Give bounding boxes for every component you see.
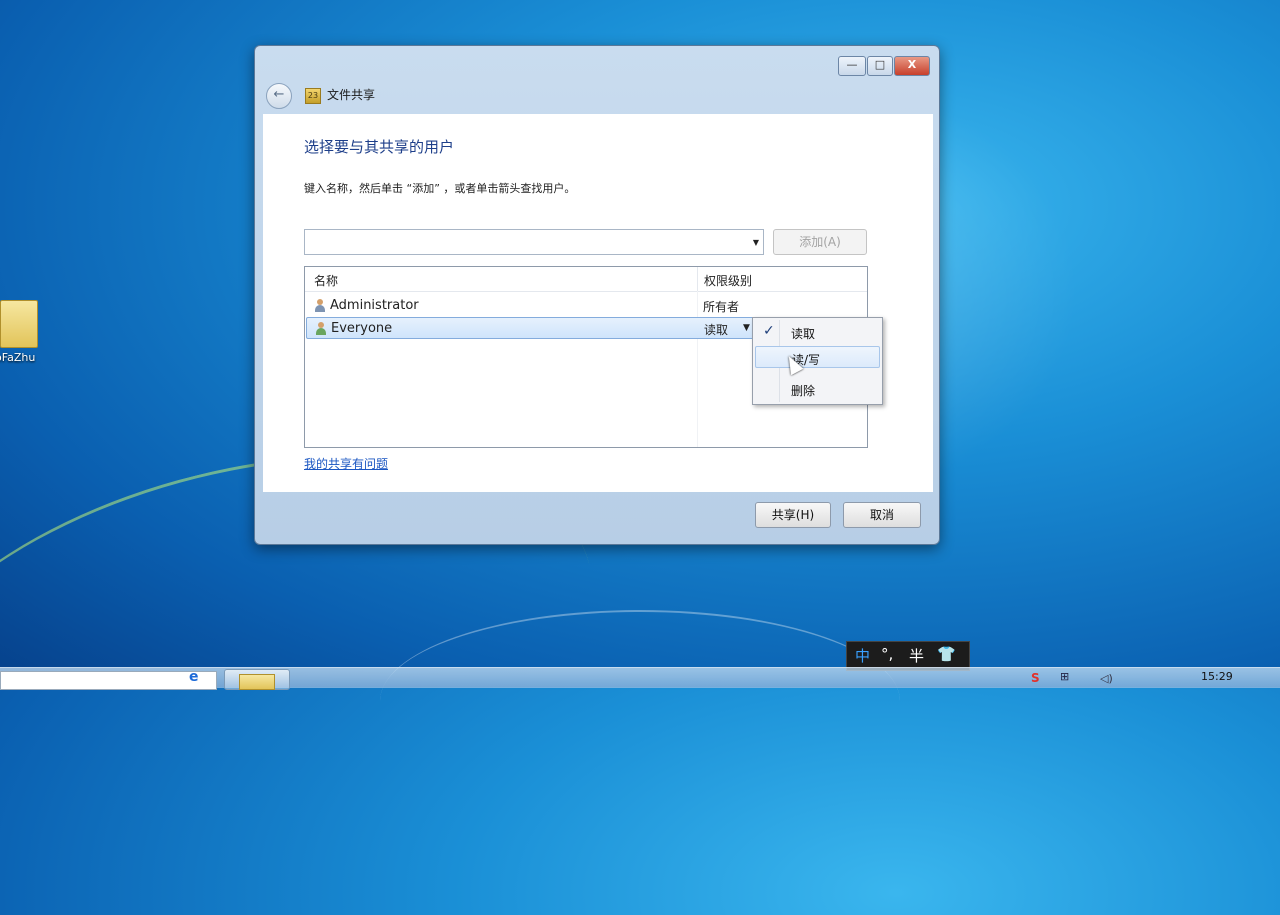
taskbar: e S ⊞ ◁) 15:29 xyxy=(0,667,1280,690)
taskbar-clock[interactable]: 15:29 xyxy=(1201,670,1233,683)
share-button[interactable]: 共享(H) xyxy=(755,502,831,528)
ime-width[interactable]: 半 xyxy=(909,645,924,666)
volume-icon[interactable]: ◁) xyxy=(1100,672,1113,685)
ime-skin-icon[interactable]: 👕 xyxy=(937,645,956,663)
column-separator xyxy=(697,267,698,291)
network-icon[interactable]: ⊞ xyxy=(1060,670,1069,683)
window-controls: — □ X xyxy=(838,56,930,76)
add-button[interactable]: 添加(A) xyxy=(773,229,867,255)
back-arrow-icon[interactable]: ← xyxy=(266,83,292,109)
file-sharing-icon: 23 xyxy=(305,88,321,104)
cancel-button[interactable]: 取消 xyxy=(843,502,921,528)
menu-item-read[interactable]: ✓ 读取 xyxy=(755,321,880,343)
sharing-help-link[interactable]: 我的共享有问题 xyxy=(304,455,388,472)
permission-dropdown-menu: ✓ 读取 读/写 删除 xyxy=(752,317,883,405)
minimize-button[interactable]: — xyxy=(838,56,866,76)
user-name-combobox[interactable]: ▼ xyxy=(304,229,764,255)
menu-item-label: 删除 xyxy=(791,384,816,398)
internet-explorer-icon[interactable]: e xyxy=(189,669,199,685)
maximize-button[interactable]: □ xyxy=(867,56,893,76)
user-icon xyxy=(314,299,326,312)
menu-item-label: 读取 xyxy=(791,327,816,341)
list-header: 名称 权限级别 xyxy=(305,267,867,292)
folder-icon xyxy=(239,674,275,690)
chevron-down-icon[interactable]: ▼ xyxy=(743,323,750,333)
close-button[interactable]: X xyxy=(894,56,930,76)
desktop-swoosh-2 xyxy=(380,610,900,792)
row-name: Administrator xyxy=(330,298,419,313)
instruction-text: 键入名称，然后单击 “添加” ，或者单击箭头查找用户。 xyxy=(304,182,576,195)
tray-app-icon[interactable]: S xyxy=(1031,671,1040,685)
ime-punctuation[interactable]: °, xyxy=(881,645,893,663)
row-name: Everyone xyxy=(331,321,393,336)
page-title: 选择要与其共享的用户 xyxy=(304,138,455,156)
column-header-permission[interactable]: 权限级别 xyxy=(704,272,752,289)
menu-item-read-write[interactable]: 读/写 xyxy=(755,346,880,368)
taskbar-search-box[interactable] xyxy=(0,671,217,690)
row-permission[interactable]: 读取 xyxy=(704,321,728,338)
ime-mode[interactable]: 中 xyxy=(855,645,870,666)
folder-icon xyxy=(0,300,38,348)
desktop-folder-icon[interactable]: loFaZhu xyxy=(0,300,52,364)
file-sharing-window: — □ X ← 23 文件共享 选择要与其共享的用户 键入名称，然后单击 “添加… xyxy=(254,45,940,545)
desktop-icon-label: loFaZhu xyxy=(0,351,36,364)
group-icon xyxy=(315,322,327,335)
dialog-content: 选择要与其共享的用户 键入名称，然后单击 “添加” ，或者单击箭头查找用户。 ▼… xyxy=(263,114,933,492)
checkmark-icon: ✓ xyxy=(763,323,775,339)
chevron-down-icon[interactable]: ▼ xyxy=(753,238,759,247)
list-row-administrator[interactable]: Administrator 所有者 xyxy=(306,295,866,317)
column-header-name[interactable]: 名称 xyxy=(314,272,338,289)
row-permission: 所有者 xyxy=(703,300,740,314)
window-title: 文件共享 xyxy=(327,88,376,102)
menu-item-remove[interactable]: 删除 xyxy=(755,378,880,400)
